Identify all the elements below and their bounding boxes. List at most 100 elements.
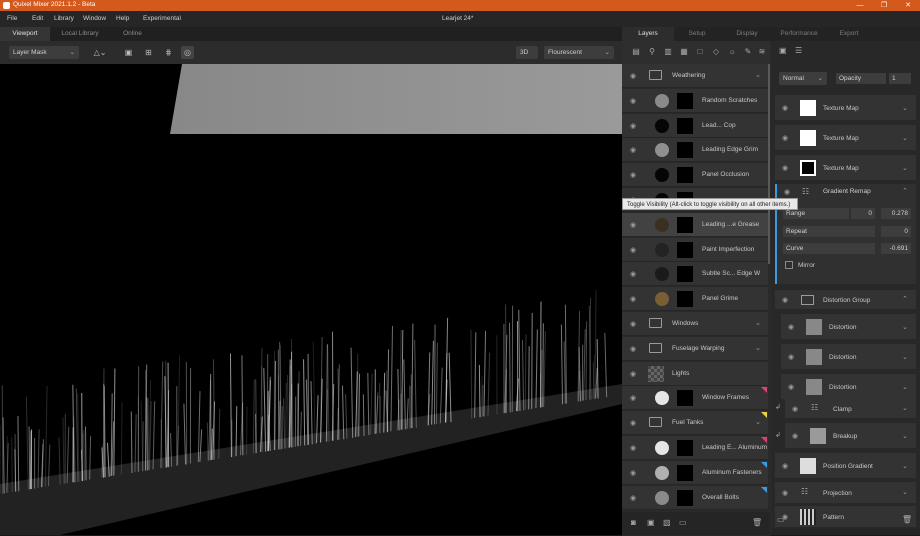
menu-library[interactable]: Library — [54, 15, 74, 22]
texture-map-row-2[interactable]: ◉ Texture Map ⌄ — [775, 125, 916, 151]
grid-icon[interactable]: ⋕ — [162, 46, 175, 59]
chevron-down-icon[interactable]: ⌄ — [755, 71, 761, 79]
eye-icon[interactable]: ◉ — [788, 383, 794, 391]
layer-row[interactable]: ◉Lead... Cop — [622, 114, 768, 138]
layer-row[interactable]: ◉Random Scratches — [622, 89, 768, 113]
delete-icon[interactable]: 🗑 — [902, 515, 912, 524]
eye-icon[interactable]: ◉ — [782, 164, 788, 172]
eye-icon[interactable]: ◉ — [630, 494, 636, 502]
properties-icon[interactable]: ▣ — [779, 46, 787, 55]
layer-row[interactable]: ◉Fuel Tanks⌄ — [622, 411, 768, 435]
menu-experimental[interactable]: Experimental — [143, 15, 181, 22]
texture-map-row-3[interactable]: ◉ Texture Map ⌄ — [775, 155, 916, 181]
chevron-down-icon[interactable]: ⌄ — [902, 432, 908, 440]
layer-row[interactable]: ◉Window Frames — [622, 386, 768, 410]
chevron-down-icon[interactable]: ⌄ — [902, 404, 908, 412]
range-max-input[interactable]: 0.278 — [881, 208, 911, 219]
eye-icon[interactable]: ◉ — [792, 432, 798, 440]
eye-icon[interactable]: ◉ — [630, 171, 636, 179]
clamp-row[interactable]: ◉ ☷ Clamp ⌄ — [785, 399, 916, 419]
settings-sliders-icon[interactable]: ☰ — [795, 46, 802, 55]
distortion-group-row[interactable]: ◉ Distortion Group ⌃ — [775, 290, 916, 310]
close-icon[interactable]: ✕ — [896, 0, 920, 11]
chevron-down-icon[interactable]: ⌄ — [755, 418, 761, 426]
chevron-down-icon[interactable]: ⌄ — [902, 488, 908, 496]
layer-row[interactable]: ◉Subtle Sc... Edge W — [622, 262, 768, 286]
chevron-up-icon[interactable]: ⌃ — [902, 295, 908, 303]
eye-icon[interactable]: ◉ — [782, 296, 788, 304]
layer-scrollbar[interactable] — [768, 64, 770, 264]
shapes-tool-icon[interactable]: △⌄ — [90, 46, 110, 59]
paint-layer-icon[interactable]: ⚲ — [646, 46, 658, 58]
eye-icon[interactable]: ◉ — [630, 246, 636, 254]
eye-icon[interactable]: ◉ — [792, 405, 798, 413]
eye-icon[interactable]: ◉ — [630, 221, 636, 229]
layer-mask-icon[interactable]: ▦ — [678, 46, 690, 58]
menu-file[interactable]: File — [7, 15, 17, 22]
position-gradient-row[interactable]: ◉ Position Gradient ⌄ — [775, 453, 916, 479]
grid-view-icon[interactable]: ⊞ — [142, 46, 155, 59]
link-icon[interactable]: ↲ — [775, 403, 781, 411]
add-folder-icon[interactable]: ▭ — [679, 518, 687, 527]
eye-icon[interactable]: ◉ — [782, 104, 788, 112]
tab-setup[interactable]: Setup — [677, 27, 717, 41]
delete-layer-icon[interactable]: 🗑 — [752, 518, 762, 527]
eye-icon[interactable]: ◉ — [630, 394, 636, 402]
layer-row[interactable]: ◉Fuselage Warping⌄ — [622, 337, 768, 361]
target-icon[interactable]: ◎ — [181, 46, 194, 59]
link-icon[interactable]: ↲ — [775, 431, 781, 439]
eye-icon[interactable]: ◉ — [630, 345, 636, 353]
menu-edit[interactable]: Edit — [32, 15, 43, 22]
tab-layers[interactable]: Layers — [622, 27, 674, 41]
eye-icon[interactable]: ◉ — [630, 270, 636, 278]
chevron-down-icon[interactable]: ⌄ — [902, 134, 908, 142]
tab-performance[interactable]: Performance — [774, 27, 824, 41]
repeat-input[interactable]: 0 — [881, 226, 911, 237]
texture-map-row-1[interactable]: ◉ Texture Map ⌄ — [775, 95, 916, 121]
eye-icon[interactable]: ◉ — [630, 444, 636, 452]
eye-icon[interactable]: ◉ — [788, 353, 794, 361]
eye-icon[interactable]: ◉ — [630, 419, 636, 427]
tab-display[interactable]: Display — [727, 27, 767, 41]
eye-icon[interactable]: ◉ — [630, 295, 636, 303]
chevron-down-icon[interactable]: ⌄ — [755, 344, 761, 352]
eye-icon[interactable]: ◉ — [630, 97, 636, 105]
eye-icon[interactable]: ◉ — [630, 122, 636, 130]
add-mask-icon[interactable]: ▧ — [663, 518, 671, 527]
brush-icon[interactable]: ✎ — [742, 46, 754, 58]
tab-online[interactable]: Online — [110, 27, 155, 41]
square-icon[interactable]: □ — [694, 46, 706, 58]
add-fill-icon[interactable]: ▣ — [647, 518, 655, 527]
eye-icon[interactable]: ◉ — [630, 146, 636, 154]
eye-icon[interactable]: ◉ — [630, 469, 636, 477]
drop-icon[interactable]: ◇ — [710, 46, 722, 58]
add-paint-layer-icon[interactable]: ◙ — [631, 518, 636, 527]
projection-row[interactable]: ◉ ☷ Projection ⌄ — [775, 482, 916, 504]
image-icon[interactable]: ▣ — [122, 46, 135, 59]
eye-icon[interactable]: ◉ — [630, 370, 636, 378]
chevron-down-icon[interactable]: ⌄ — [902, 383, 908, 391]
menu-window[interactable]: Window — [83, 15, 106, 22]
add-folder-icon[interactable]: ▭ — [777, 515, 785, 524]
layer-row[interactable]: ◉Paint Imperfection — [622, 238, 768, 262]
distortion-row-2[interactable]: ◉ Distortion ⌄ — [781, 344, 916, 370]
layer-row[interactable]: ◉Aluminum Fasteners — [622, 461, 768, 485]
chevron-down-icon[interactable]: ⌄ — [902, 462, 908, 470]
layer-row[interactable]: ◉Leading E... Aluminum — [622, 436, 768, 460]
range-min-input[interactable]: 0 — [851, 208, 875, 219]
opacity-input[interactable]: 1 — [889, 73, 911, 84]
view-mode-dropdown[interactable]: 3D — [516, 46, 538, 59]
breakup-row[interactable]: ◉ Breakup ⌄ — [785, 423, 916, 449]
tab-local-library[interactable]: Local Library — [55, 27, 105, 41]
layer-row[interactable]: ◉Windows⌄ — [622, 312, 768, 336]
add-layer-icon[interactable]: ▤ — [630, 46, 642, 58]
chevron-down-icon[interactable]: ⌄ — [755, 319, 761, 327]
chevron-down-icon[interactable]: ⌄ — [902, 353, 908, 361]
blend-mode-dropdown[interactable]: Normal ⌄ — [779, 72, 827, 85]
layer-row[interactable]: ◉Weathering⌄ — [622, 64, 768, 88]
layer-row[interactable]: ◉Leading ...e Grease — [622, 213, 768, 237]
layer-row[interactable]: ◉Panel Grime — [622, 287, 768, 311]
layer-row[interactable]: ◉Panel Occlusion — [622, 163, 768, 187]
eye-icon[interactable]: ◉ — [788, 323, 794, 331]
eye-icon[interactable]: ◉ — [784, 188, 790, 196]
